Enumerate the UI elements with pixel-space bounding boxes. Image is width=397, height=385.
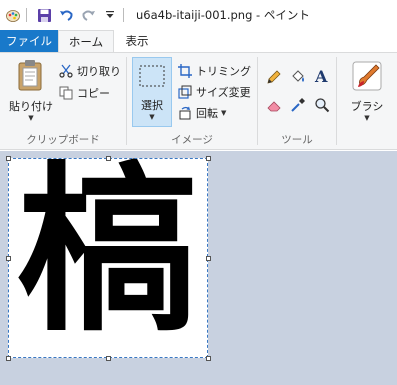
copy-icon — [58, 85, 74, 101]
brushes-label: ブラシ — [350, 100, 384, 113]
crop-button[interactable]: トリミング — [177, 63, 251, 79]
resize-label: サイズ変更 — [196, 86, 251, 99]
clipboard-group-label: クリップボード — [26, 134, 100, 146]
paste-dropdown-icon[interactable]: ▼ — [28, 114, 33, 122]
title-bar: u6a4b-itaiji-001.png - ペイント — [0, 0, 397, 30]
text-icon[interactable]: A — [314, 67, 330, 85]
window-title: u6a4b-itaiji-001.png - ペイント — [136, 8, 310, 22]
brush-icon — [352, 61, 382, 94]
selection-marquee[interactable] — [8, 158, 208, 358]
clipboard-group: 貼り付け ▼ 切り取り コピー クリップボード — [0, 53, 126, 149]
resize-handle-bottom-right[interactable] — [206, 356, 211, 361]
qat-separator — [26, 8, 27, 22]
resize-handle-bottom-left[interactable] — [6, 356, 11, 361]
resize-icon — [177, 84, 193, 100]
tab-home[interactable]: ホーム — [58, 30, 114, 52]
paste-label: 貼り付け — [9, 100, 53, 113]
brushes-dropdown-icon[interactable]: ▼ — [364, 114, 369, 122]
select-button[interactable]: 選択 ▼ — [132, 57, 172, 127]
image-group-label: イメージ — [171, 134, 213, 146]
crop-icon — [177, 63, 193, 79]
magnifier-icon[interactable] — [314, 97, 330, 113]
color-picker-icon[interactable] — [290, 97, 306, 113]
resize-handle-top[interactable] — [106, 156, 111, 161]
save-icon[interactable] — [35, 6, 53, 24]
rotate-button[interactable]: 回転 ▼ — [177, 105, 226, 121]
qat-separator — [123, 8, 124, 22]
paint-app-icon[interactable] — [4, 6, 22, 24]
canvas-workspace[interactable]: 槁 — [0, 151, 397, 385]
copy-label: コピー — [77, 87, 110, 100]
tools-group-label: ツール — [281, 134, 313, 146]
redo-icon[interactable] — [79, 6, 97, 24]
tools-group: A ツール — [258, 53, 336, 149]
resize-handle-top-right[interactable] — [206, 156, 211, 161]
scissors-icon — [58, 63, 74, 79]
brushes-button[interactable]: ブラシ ▼ — [343, 61, 391, 122]
resize-handle-top-left[interactable] — [6, 156, 11, 161]
customize-qat-icon[interactable] — [101, 6, 119, 24]
undo-icon[interactable] — [57, 6, 75, 24]
copy-button[interactable]: コピー — [58, 85, 110, 101]
selection-rectangle-icon — [138, 64, 166, 91]
paste-icon — [16, 59, 46, 94]
tab-file[interactable]: ファイル — [0, 30, 58, 52]
crop-label: トリミング — [196, 65, 251, 78]
resize-handle-right[interactable] — [206, 256, 211, 261]
fill-bucket-icon[interactable] — [290, 69, 306, 85]
paste-button[interactable]: 貼り付け ▼ — [6, 59, 56, 122]
rotate-dropdown-icon[interactable]: ▼ — [221, 109, 226, 117]
rotate-label: 回転 — [196, 107, 218, 120]
resize-handle-left[interactable] — [6, 256, 11, 261]
select-dropdown-icon[interactable]: ▼ — [149, 113, 154, 121]
pencil-icon[interactable] — [266, 69, 282, 85]
rotate-icon — [177, 105, 193, 121]
ribbon: 貼り付け ▼ 切り取り コピー クリップボード 選択 ▼ トリミング サイズ変更… — [0, 52, 397, 150]
select-label: 選択 — [141, 99, 163, 112]
brushes-group: ブラシ ▼ — [337, 53, 397, 149]
ribbon-tabs: ファイル ホーム 表示 — [0, 30, 397, 52]
svg-text:A: A — [314, 67, 328, 85]
cut-label: 切り取り — [77, 65, 121, 78]
resize-handle-bottom[interactable] — [106, 356, 111, 361]
cut-button[interactable]: 切り取り — [58, 63, 121, 79]
image-group: 選択 ▼ トリミング サイズ変更 回転 ▼ イメージ — [127, 53, 257, 149]
tab-view[interactable]: 表示 — [114, 30, 160, 52]
eraser-icon[interactable] — [266, 97, 282, 113]
resize-button[interactable]: サイズ変更 — [177, 84, 251, 100]
